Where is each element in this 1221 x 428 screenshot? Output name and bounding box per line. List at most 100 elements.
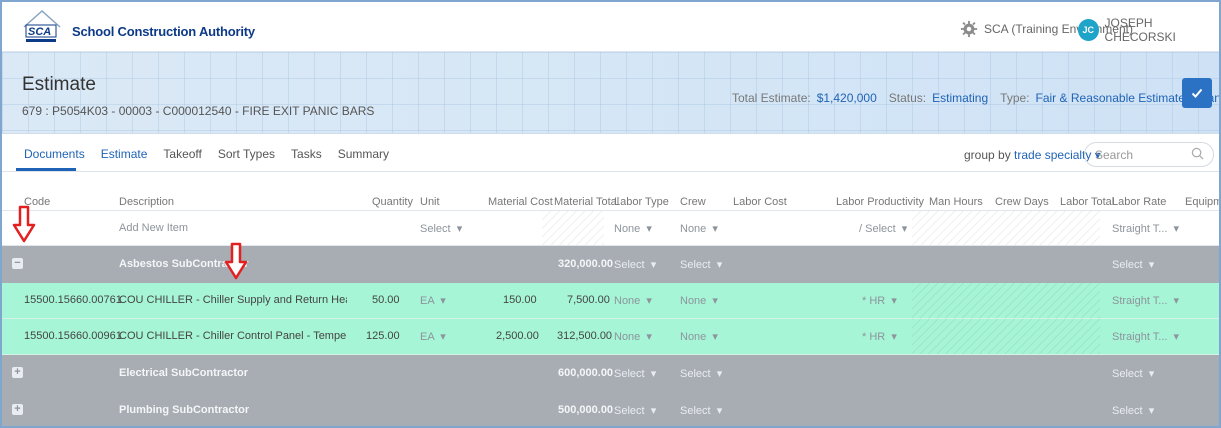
item-labor-rate-select[interactable]: Straight T... ▾ <box>1112 330 1179 343</box>
group-labor-rate-select[interactable]: Select ▾ <box>1112 404 1154 417</box>
group-labor-rate-select[interactable]: Select ▾ <box>1112 258 1154 271</box>
user-name: JOSEPH CHECORSKI <box>1104 16 1176 44</box>
expand-group-icon[interactable]: − <box>12 258 23 269</box>
col-header-crew[interactable]: Crew <box>680 196 706 208</box>
item-material-total: 7,500.00 <box>567 294 610 306</box>
item-material-cost[interactable]: 150.00 <box>503 294 537 306</box>
item-labor-rate-select[interactable]: Straight T... ▾ <box>1112 294 1179 307</box>
avatar: JC <box>1078 19 1099 41</box>
page-title: Estimate <box>22 74 96 95</box>
col-header-labor-rate[interactable]: Labor Rate <box>1112 196 1166 208</box>
col-header-labor-productivity[interactable]: Labor Productivity <box>836 196 924 208</box>
search-input[interactable]: Search <box>1084 142 1214 167</box>
col-header-material-total[interactable]: Material Total <box>554 196 619 208</box>
item-material-total: 312,500.00 <box>557 330 613 342</box>
expand-group-icon[interactable]: + <box>12 367 23 378</box>
user-menu[interactable]: JC JOSEPH CHECORSKI <box>1078 16 1219 44</box>
check-icon <box>1191 88 1203 98</box>
readonly-hatch <box>912 319 1100 354</box>
col-header-equipment[interactable]: Equipme <box>1185 196 1219 208</box>
active-tab-indicator <box>16 168 76 171</box>
expand-group-icon[interactable]: + <box>12 404 23 415</box>
search-placeholder: Search <box>1095 148 1134 162</box>
col-header-crew-days[interactable]: Crew Days <box>995 196 1049 208</box>
svg-text:SCA: SCA <box>28 26 51 38</box>
item-code: 15500.15660.00961 <box>24 330 122 342</box>
item-productivity-select[interactable]: * HR ▾ <box>862 294 897 307</box>
group-crew-select[interactable]: Select ▾ <box>680 404 722 417</box>
tab-tasks[interactable]: Tasks <box>291 147 322 161</box>
tab-takeoff[interactable]: Takeoff <box>163 147 201 161</box>
col-header-quantity[interactable]: Quantity <box>372 196 413 208</box>
tab-estimate[interactable]: Estimate <box>101 147 148 161</box>
app-window: SCA School Construction Authority SCA (T… <box>0 0 1221 428</box>
group-row[interactable]: − Asbestos SubContractor 320,000.00 Sele… <box>2 246 1219 283</box>
type-label: Type: <box>1000 91 1030 105</box>
labor-type-select[interactable]: None ▾ <box>614 222 652 235</box>
group-row[interactable]: + Electrical SubContractor 600,000.00 Se… <box>2 355 1219 392</box>
item-productivity-select[interactable]: * HR ▾ <box>862 330 897 343</box>
brand-name: School Construction Authority <box>72 24 255 39</box>
group-labor-type-select[interactable]: Select ▾ <box>614 258 656 271</box>
tab-bar: Documents Estimate Takeoff Sort Types Ta… <box>2 135 1219 172</box>
item-crew-select[interactable]: None ▾ <box>680 294 718 307</box>
group-material-total: 500,000.00 <box>558 404 614 416</box>
col-header-man-hours[interactable]: Man Hours <box>929 196 983 208</box>
status-label: Status: <box>888 91 927 105</box>
total-label: Total Estimate: <box>732 91 811 105</box>
item-description[interactable]: COU CHILLER - Chiller Control Panel - Te… <box>119 330 347 342</box>
group-row[interactable]: + Plumbing SubContractor 500,000.00 Sele… <box>2 392 1219 426</box>
item-unit-select[interactable]: EA ▾ <box>420 330 446 343</box>
item-quantity[interactable]: 125.00 <box>366 330 400 342</box>
item-material-cost[interactable]: 2,500.00 <box>496 330 539 342</box>
group-material-total: 600,000.00 <box>558 367 614 379</box>
productivity-select[interactable]: / Select ▾ <box>859 222 907 235</box>
col-header-labor-total[interactable]: Labor Total <box>1060 196 1114 208</box>
readonly-hatch <box>912 283 1100 318</box>
submit-button[interactable] <box>1182 78 1212 108</box>
item-unit-select[interactable]: EA ▾ <box>420 294 446 307</box>
readonly-hatch <box>542 211 604 245</box>
tabs: Documents Estimate Takeoff Sort Types Ta… <box>24 147 389 161</box>
labor-rate-select[interactable]: Straight T... ▾ <box>1112 222 1179 235</box>
item-description[interactable]: COU CHILLER - Chiller Supply and Return … <box>119 294 347 306</box>
estimate-summary: Total Estimate: $1,420,000 Status: Estim… <box>732 91 1219 105</box>
item-quantity[interactable]: 50.00 <box>372 294 400 306</box>
item-code: 15500.15660.00761 <box>24 294 122 306</box>
unit-select[interactable]: Select ▾ <box>420 222 462 235</box>
col-header-description[interactable]: Description <box>119 196 174 208</box>
total-value: $1,420,000 <box>816 91 877 105</box>
add-new-item-input[interactable]: Add New Item <box>119 222 188 234</box>
group-by-selector[interactable]: group by trade specialty ▾ <box>964 148 1101 162</box>
table-row[interactable]: 15500.15660.00761 COU CHILLER - Chiller … <box>2 283 1219 319</box>
group-labor-type-select[interactable]: Select ▾ <box>614 367 656 380</box>
table-row[interactable]: 15500.15660.00961 COU CHILLER - Chiller … <box>2 319 1219 355</box>
group-name: Plumbing SubContractor <box>119 404 250 416</box>
tab-sort-types[interactable]: Sort Types <box>218 147 275 161</box>
top-bar: SCA School Construction Authority SCA (T… <box>2 2 1219 52</box>
add-item-row: Add New Item Select ▾ None ▾ None ▾ / Se… <box>2 210 1219 246</box>
item-crew-select[interactable]: None ▾ <box>680 330 718 343</box>
item-labor-type-select[interactable]: None ▾ <box>614 294 652 307</box>
group-crew-select[interactable]: Select ▾ <box>680 258 722 271</box>
tab-summary[interactable]: Summary <box>338 147 389 161</box>
item-labor-type-select[interactable]: None ▾ <box>614 330 652 343</box>
gear-icon <box>960 20 978 38</box>
col-header-unit[interactable]: Unit <box>420 196 440 208</box>
red-down-arrow-icon <box>12 205 36 243</box>
status-value: Estimating <box>932 91 989 105</box>
crew-select[interactable]: None ▾ <box>680 222 718 235</box>
col-header-material-cost[interactable]: Material Cost <box>488 196 553 208</box>
group-by-label: group by <box>964 148 1011 162</box>
search-icon <box>1191 147 1204 160</box>
group-labor-type-select[interactable]: Select ▾ <box>614 404 656 417</box>
group-by-value: trade specialty <box>1014 148 1092 162</box>
readonly-hatch <box>912 211 1100 245</box>
col-header-labor-type[interactable]: Labor Type <box>614 196 669 208</box>
estimate-header: Estimate 679 : P5054K03 - 00003 - C00001… <box>2 52 1219 134</box>
tab-documents[interactable]: Documents <box>24 147 85 161</box>
group-crew-select[interactable]: Select ▾ <box>680 367 722 380</box>
group-material-total: 320,000.00 <box>558 258 614 270</box>
group-labor-rate-select[interactable]: Select ▾ <box>1112 367 1154 380</box>
col-header-labor-cost[interactable]: Labor Cost <box>733 196 787 208</box>
